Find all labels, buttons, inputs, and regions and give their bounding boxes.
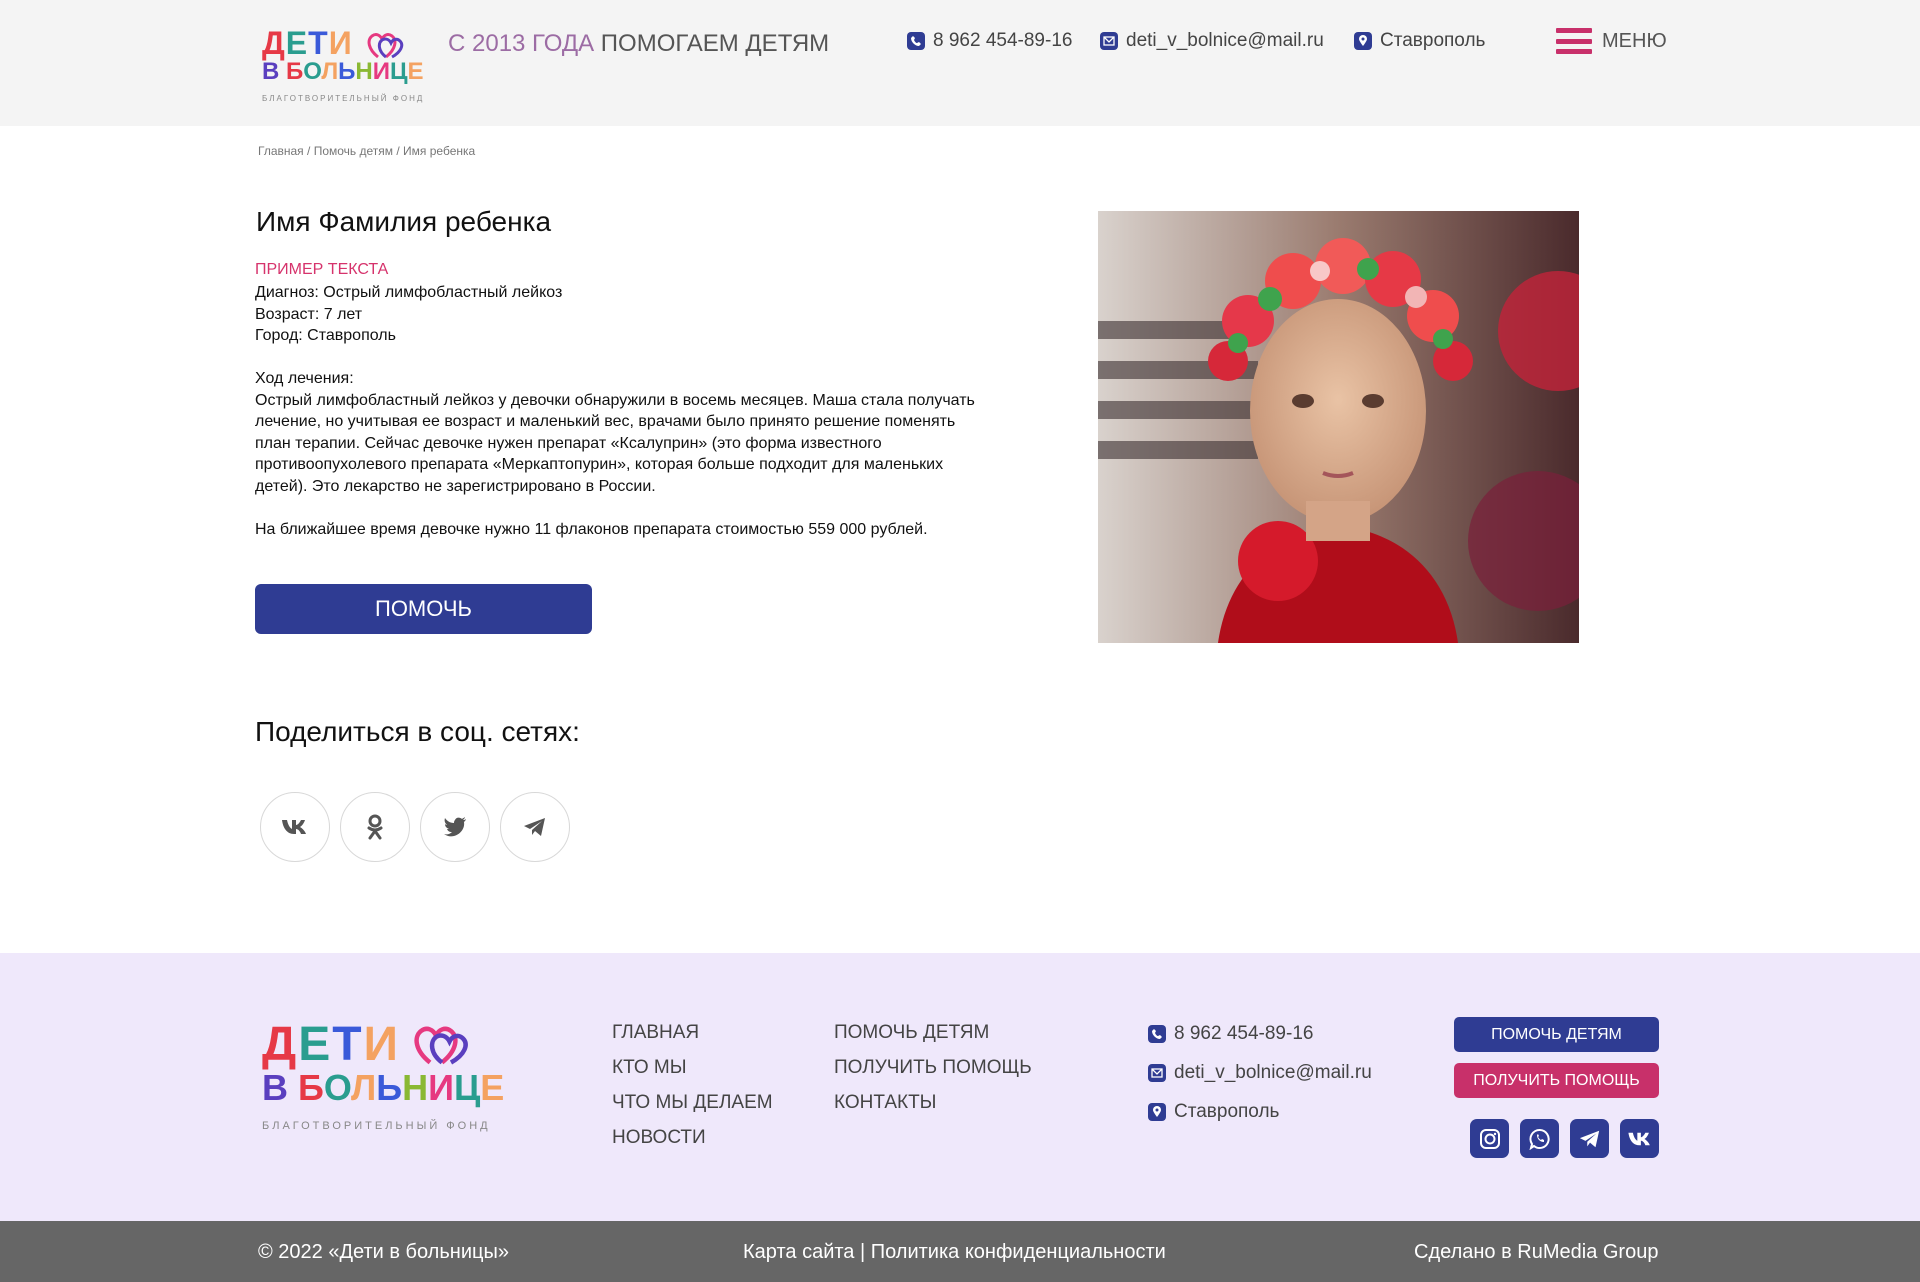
bottom-links[interactable]: Карта сайта | Политика конфиденциальност… bbox=[743, 1241, 1166, 1264]
header-phone[interactable]: 8 962 454-89-16 bbox=[907, 30, 1072, 52]
footer-help-children-button[interactable]: ПОМОЧЬ ДЕТЯМ bbox=[1454, 1017, 1659, 1052]
footer-nav-col2: ПОМОЧЬ ДЕТЯМ ПОЛУЧИТЬ ПОМОЩЬ КОНТАКТЫ bbox=[834, 1015, 1032, 1120]
share-buttons bbox=[260, 792, 570, 862]
footer-get-help-button[interactable]: ПОЛУЧИТЬ ПОМОЩЬ bbox=[1454, 1063, 1659, 1098]
location-pin-icon bbox=[1148, 1102, 1166, 1121]
footer-nav-home[interactable]: ГЛАВНАЯ bbox=[612, 1015, 773, 1050]
footer-telegram-button[interactable] bbox=[1570, 1119, 1609, 1158]
footer-nav-what-we-do[interactable]: ЧТО МЫ ДЕЛАЕМ bbox=[612, 1085, 773, 1120]
tagline-accent: С 2013 ГОДА bbox=[448, 30, 595, 57]
footer-email-text: deti_v_bolnice@mail.ru bbox=[1174, 1061, 1372, 1083]
logo-line1: ДЕТИ bbox=[262, 25, 353, 61]
footer-social bbox=[1470, 1119, 1659, 1158]
phone-icon bbox=[1148, 1024, 1166, 1043]
footer-nav-contacts[interactable]: КОНТАКТЫ bbox=[834, 1085, 1032, 1120]
location-pin-icon bbox=[1354, 32, 1372, 50]
header-city[interactable]: Ставрополь bbox=[1354, 30, 1485, 52]
footer-nav-about[interactable]: КТО МЫ bbox=[612, 1050, 773, 1085]
breadcrumb-current: Имя ребенка bbox=[403, 144, 476, 158]
footer-whatsapp-button[interactable] bbox=[1520, 1119, 1559, 1158]
child-name: Имя Фамилия ребенка bbox=[256, 206, 552, 237]
logo[interactable]: ДЕТИ В БОЛЬНИЦЕ БЛАГОТВОРИТЕЛЬНЫЙ ФОНД bbox=[262, 25, 424, 106]
footer-city-text: Ставрополь bbox=[1174, 1100, 1280, 1122]
need-text: На ближайшее время девочке нужно 11 флак… bbox=[255, 520, 928, 538]
odnoklassniki-share-button[interactable] bbox=[340, 792, 410, 862]
footer-nav-news[interactable]: НОВОСТИ bbox=[612, 1120, 773, 1155]
telegram-icon bbox=[524, 818, 545, 836]
treatment-text: Острый лимфобластный лейкоз у девочки об… bbox=[255, 391, 975, 495]
breadcrumb-separator: / bbox=[393, 144, 404, 158]
twitter-share-button[interactable] bbox=[420, 792, 490, 862]
vk-icon bbox=[1627, 1132, 1650, 1145]
instagram-icon bbox=[1479, 1128, 1500, 1149]
heart-logo-icon bbox=[414, 1026, 468, 1065]
header-email[interactable]: deti_v_bolnice@mail.ru bbox=[1100, 30, 1324, 52]
header-email-text: deti_v_bolnice@mail.ru bbox=[1126, 30, 1324, 51]
share-title: Поделиться в соц. сетях: bbox=[255, 716, 580, 747]
breadcrumb-separator: / bbox=[303, 144, 314, 158]
help-button[interactable]: ПОМОЧЬ bbox=[255, 584, 592, 634]
telegram-share-button[interactable] bbox=[500, 792, 570, 862]
footer-nav-col1: ГЛАВНАЯ КТО МЫ ЧТО МЫ ДЕЛАЕМ НОВОСТИ bbox=[612, 1015, 773, 1155]
tagline: С 2013 ГОДА ПОМОГАЕМ ДЕТЯМ bbox=[448, 30, 829, 58]
diagnosis: Диагноз: Острый лимфобластный лейкоз bbox=[255, 284, 563, 301]
heart-logo-icon bbox=[367, 33, 404, 59]
sample-label: ПРИМЕР ТЕКСТА bbox=[255, 261, 389, 278]
phone-icon bbox=[907, 32, 925, 50]
odnoklassniki-icon bbox=[367, 814, 383, 840]
twitter-icon bbox=[444, 817, 466, 837]
header-phone-text: 8 962 454-89-16 bbox=[933, 30, 1073, 51]
breadcrumb-section[interactable]: Помочь детям bbox=[314, 144, 393, 158]
site-header: ДЕТИ В БОЛЬНИЦЕ БЛАГОТВОРИТЕЛЬНЫЙ ФОНД С… bbox=[0, 0, 1920, 126]
footer-nav-get-help[interactable]: ПОЛУЧИТЬ ПОМОЩЬ bbox=[834, 1050, 1032, 1085]
treatment-heading: Ход лечения: bbox=[255, 370, 354, 387]
age: Возраст: 7 лет bbox=[255, 305, 363, 323]
header-city-text: Ставрополь bbox=[1380, 30, 1486, 51]
footer-logo-subtitle: БЛАГОТВОРИТЕЛЬНЫЙ ФОНД bbox=[262, 1120, 491, 1132]
page: ДЕТИ В БОЛЬНИЦЕ БЛАГОТВОРИТЕЛЬНЫЙ ФОНД С… bbox=[0, 0, 1920, 1282]
city: Город: Ставрополь bbox=[255, 327, 396, 344]
tagline-rest: ПОМОГАЕМ ДЕТЯМ bbox=[600, 30, 830, 57]
footer-contacts: 8 962 454-89-16 deti_v_bolnice@mail.ru С… bbox=[1148, 1014, 1372, 1131]
made-by-credit[interactable]: Сделано в RuMedia Group bbox=[1414, 1241, 1658, 1264]
logo-line2: В БОЛЬНИЦЕ bbox=[262, 58, 424, 85]
menu-button[interactable]: МЕНЮ bbox=[1556, 28, 1667, 54]
hamburger-icon bbox=[1556, 28, 1592, 54]
breadcrumb: Главная / Помочь детям / Имя ребенка bbox=[258, 144, 475, 158]
logo-subtitle: БЛАГОТВОРИТЕЛЬНЫЙ ФОНД bbox=[262, 94, 425, 103]
footer-vk-button[interactable] bbox=[1620, 1119, 1659, 1158]
mail-icon bbox=[1100, 32, 1118, 50]
whatsapp-icon bbox=[1528, 1128, 1550, 1150]
menu-label: МЕНЮ bbox=[1602, 29, 1667, 52]
footer-logo-line1: ДЕТИ bbox=[262, 1018, 401, 1071]
footer-email[interactable]: deti_v_bolnice@mail.ru bbox=[1148, 1053, 1372, 1092]
footer-logo-line2: В БОЛЬНИЦЕ bbox=[262, 1067, 505, 1108]
footer-instagram-button[interactable] bbox=[1470, 1119, 1509, 1158]
bottom-bar: © 2022 «Дети в больницы» Карта сайта | П… bbox=[0, 1221, 1920, 1282]
footer-phone[interactable]: 8 962 454-89-16 bbox=[1148, 1014, 1372, 1053]
telegram-icon bbox=[1579, 1130, 1599, 1147]
vk-share-button[interactable] bbox=[260, 792, 330, 862]
child-photo bbox=[1098, 211, 1579, 643]
footer-logo[interactable]: ДЕТИ В БОЛЬНИЦЕ БЛАГОТВОРИТЕЛЬНЫЙ ФОНД bbox=[262, 1018, 504, 1135]
child-info: Диагноз: Острый лимфобластный лейкоз Воз… bbox=[255, 282, 995, 540]
breadcrumb-home[interactable]: Главная bbox=[258, 144, 304, 158]
vk-icon bbox=[282, 820, 306, 834]
footer-phone-text: 8 962 454-89-16 bbox=[1174, 1022, 1314, 1044]
footer-nav-help-children[interactable]: ПОМОЧЬ ДЕТЯМ bbox=[834, 1015, 1032, 1050]
copyright: © 2022 «Дети в больницы» bbox=[258, 1241, 509, 1263]
mail-icon bbox=[1148, 1063, 1166, 1082]
footer-city[interactable]: Ставрополь bbox=[1148, 1092, 1372, 1131]
